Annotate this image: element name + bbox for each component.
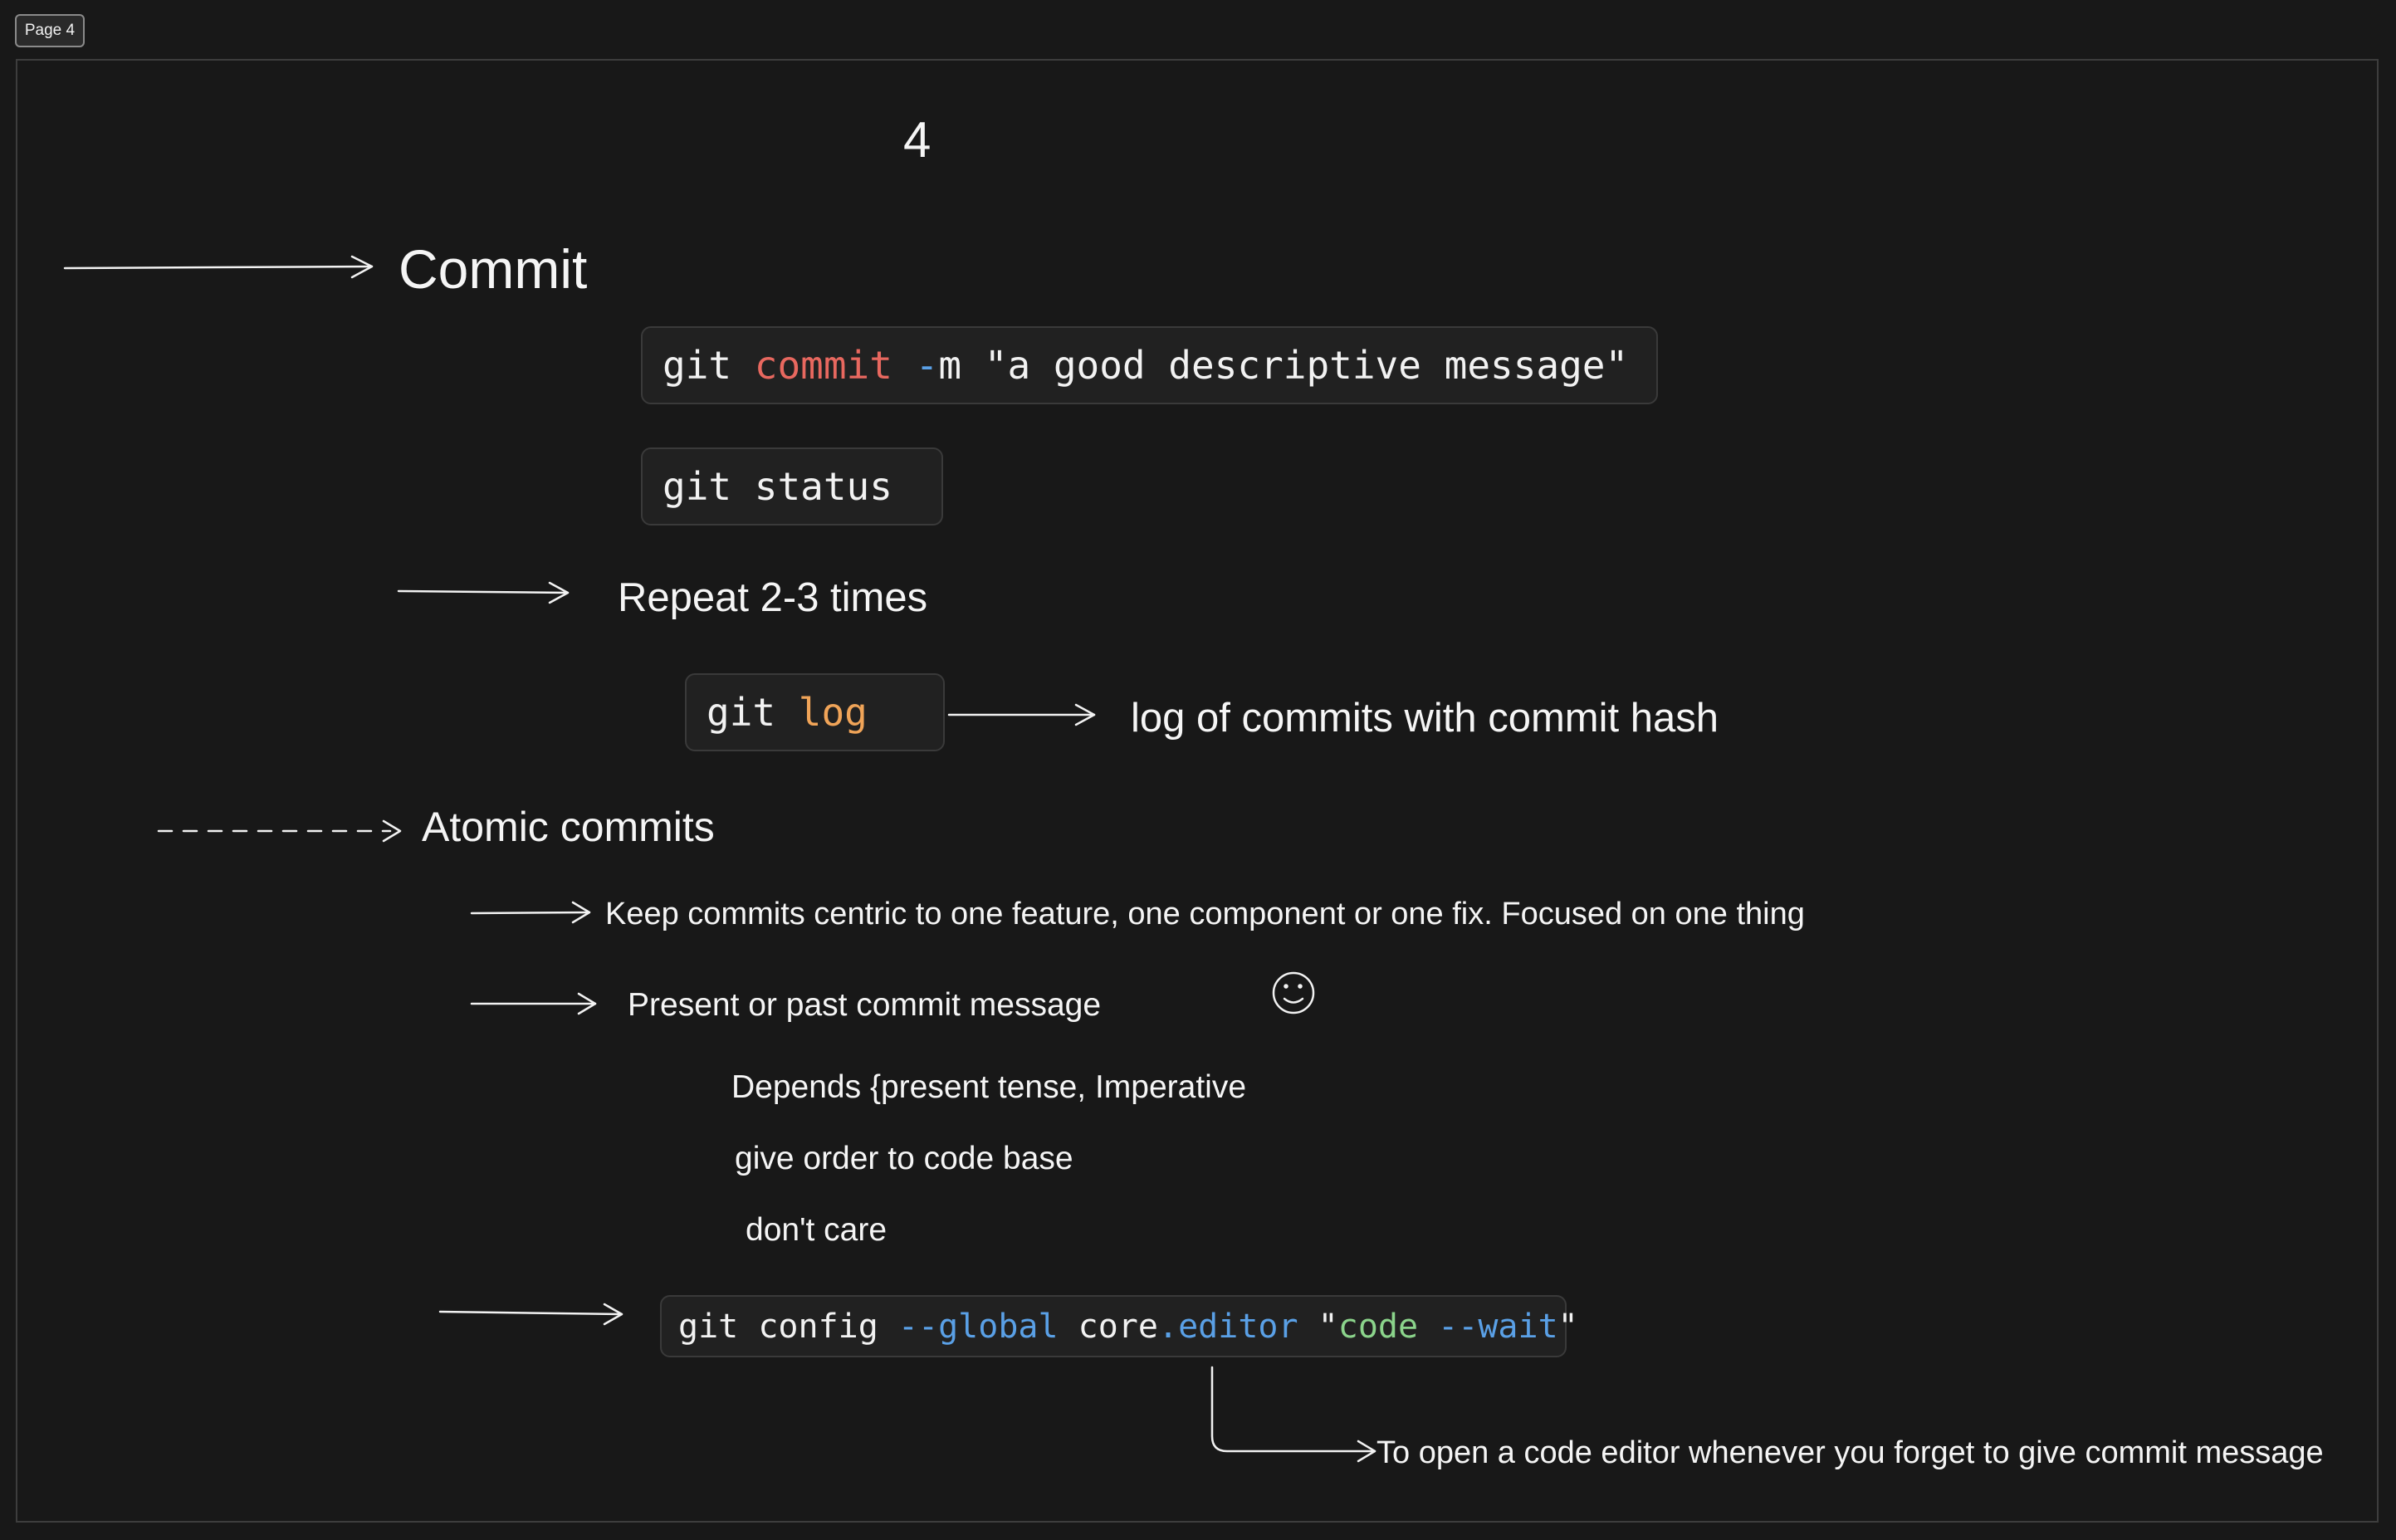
token: git config [678,1307,898,1346]
repeat-note: Repeat 2-3 times [618,575,928,620]
arrow-to-commit [63,255,374,279]
atomic-point-1: Keep commits centric to one feature, one… [605,897,1805,931]
dont-care-line: don't care [746,1212,887,1248]
token: log [798,690,868,735]
token: code [1337,1307,1419,1346]
log-note: log of commits with commit hash [1131,696,1719,741]
arrow-to-config [438,1303,623,1326]
token: commit [754,343,892,388]
arrow-log-to-note [947,703,1096,726]
arrow-to-repeat [397,581,570,604]
page-number: 4 [903,112,932,168]
smiley-icon [1272,971,1315,1014]
token: " [1557,1307,1578,1346]
token: " [1298,1307,1338,1346]
token: --global [897,1307,1059,1346]
token: git status [663,464,892,509]
token: core [1058,1307,1158,1346]
token: .editor [1157,1307,1298,1346]
depends-line: Depends {present tense, Imperative [731,1069,1247,1105]
order-line: give order to code base [735,1141,1073,1176]
code-block-status[interactable]: git status [641,447,943,526]
commit-heading: Commit [399,238,588,300]
atomic-point-2: Present or past commit message [628,987,1102,1023]
code-block-log[interactable]: git log [685,673,945,751]
code-block-config[interactable]: git config --global core .editor " code --… [660,1295,1578,1357]
code-block-commit[interactable]: git commit -m "a good descriptive messag… [641,326,1658,404]
atomic-heading: Atomic commits [422,804,715,850]
arrow-config-to-note [1210,1366,1376,1463]
config-note: To open a code editor whenever you forge… [1376,1435,2324,1470]
arrow-to-keep-commits [470,901,591,924]
token: m "a good descriptive message" [938,343,1629,388]
arrow-to-present-past [470,992,597,1015]
token: - [915,343,939,388]
dashed-arrow-to-atomic [157,819,402,843]
token: git [663,343,755,388]
token: --wait [1438,1307,1558,1346]
token: git [707,690,799,735]
